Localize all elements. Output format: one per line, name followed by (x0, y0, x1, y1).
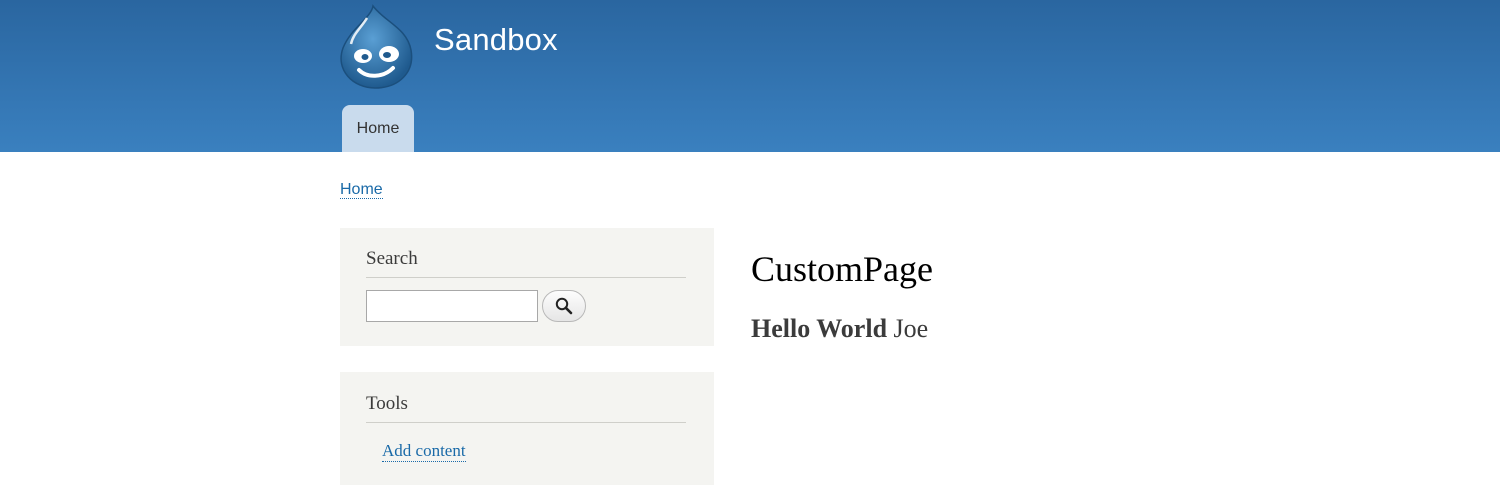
site-logo[interactable] (337, 4, 417, 90)
page-body: Hello World Joe (751, 312, 928, 346)
drupal-drop-icon (340, 4, 413, 89)
search-icon (555, 297, 573, 315)
search-input[interactable] (366, 290, 538, 322)
tools-block: Tools Add content (340, 372, 714, 485)
tools-block-title: Tools (366, 393, 686, 423)
site-header: Sandbox Home (0, 0, 1500, 152)
site-name[interactable]: Sandbox (434, 22, 558, 58)
search-block-title: Search (366, 248, 686, 278)
search-block: Search (340, 228, 714, 346)
page-title: CustomPage (751, 249, 934, 289)
breadcrumb-home-link[interactable]: Home (340, 181, 383, 199)
page-body-bold: Hello World (751, 314, 888, 343)
breadcrumb: Home (340, 180, 383, 200)
add-content-link[interactable]: Add content (382, 441, 466, 462)
nav-tab-home[interactable]: Home (342, 105, 414, 152)
page-body-name: Joe (893, 314, 929, 343)
search-button[interactable] (542, 290, 586, 322)
